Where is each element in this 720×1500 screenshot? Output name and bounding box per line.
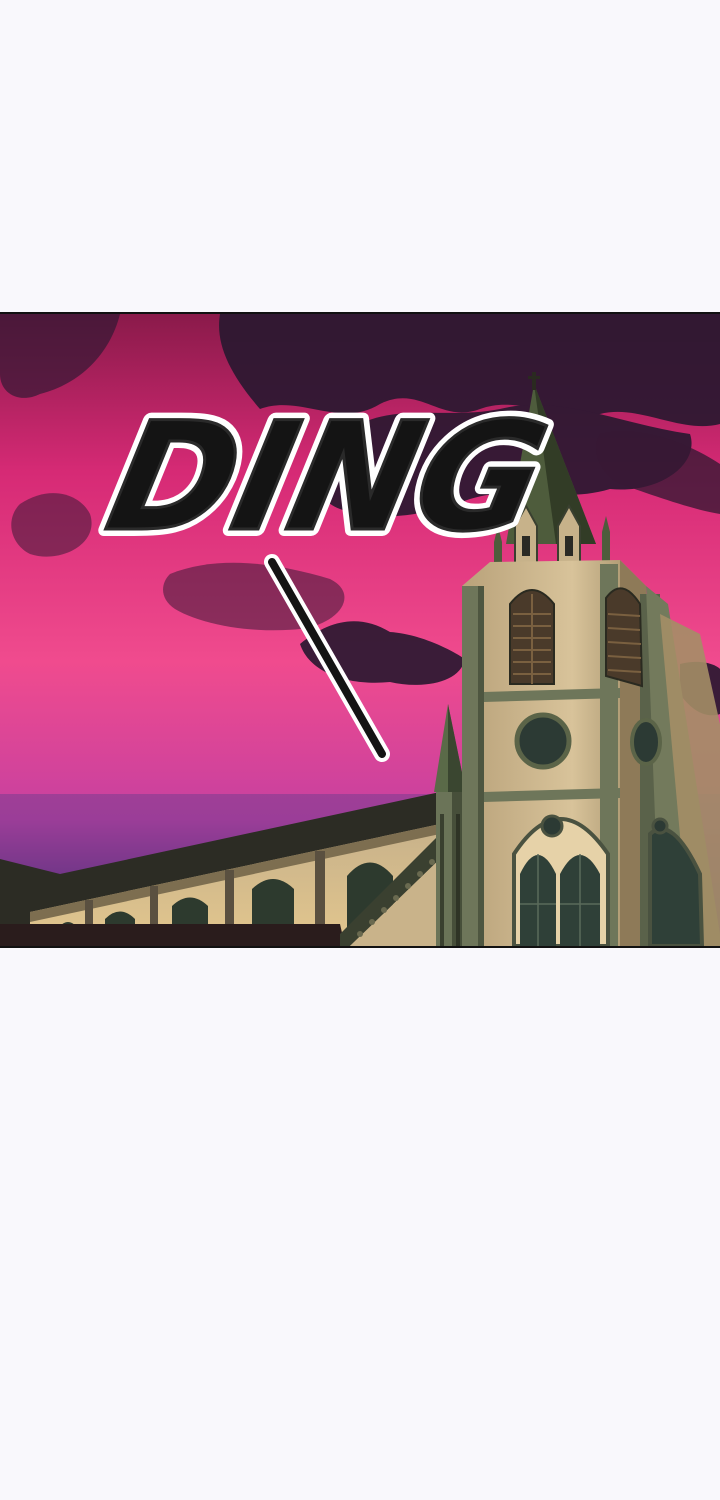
- comic-panel-cathedral: DING DING: [0, 312, 720, 948]
- comic-page: DING DING: [0, 0, 720, 1500]
- sfx-ding-text: DING: [95, 390, 561, 565]
- cathedral-scene-illustration: DING DING: [0, 314, 720, 946]
- foreground-roof: [0, 924, 345, 946]
